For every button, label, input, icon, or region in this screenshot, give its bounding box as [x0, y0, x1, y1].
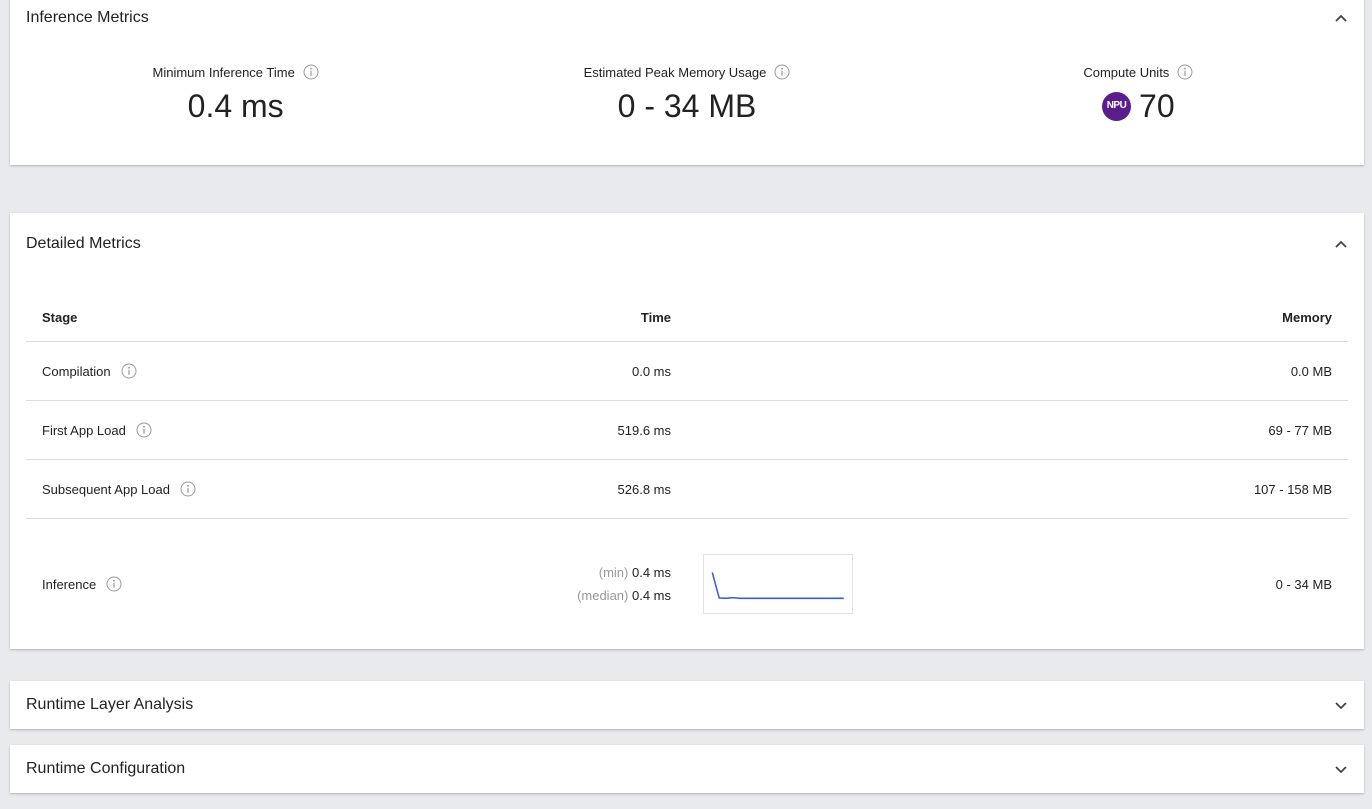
detailed-metrics-header[interactable]: Detailed Metrics: [10, 213, 1364, 275]
stage-label: First App Load: [42, 422, 126, 438]
median-label: (median): [577, 588, 629, 603]
metric-value: 70: [1139, 88, 1175, 124]
column-header-stage: Stage: [42, 309, 78, 325]
chevron-down-icon[interactable]: [1334, 762, 1348, 776]
detailed-metrics-table: Stage Time Memory Compilation 0.0 ms 0.0…: [26, 293, 1348, 649]
info-icon[interactable]: [106, 576, 122, 592]
metric-label: Minimum Inference Time: [152, 64, 295, 80]
metric-value: 0.4 ms: [187, 88, 284, 124]
stage-label: Subsequent App Load: [42, 481, 170, 497]
table-row: Subsequent App Load 526.8 ms 107 - 158 M…: [26, 460, 1348, 519]
min-label: (min): [598, 565, 629, 580]
info-icon[interactable]: [136, 422, 152, 438]
runtime-configuration-card: Runtime Configuration: [10, 745, 1364, 793]
metric-min-inference-time: Minimum Inference Time 0.4 ms: [10, 62, 461, 125]
memory-value: 0 - 34 MB: [1275, 576, 1332, 592]
stage-label: Compilation: [42, 363, 111, 379]
detailed-metrics-title: Detailed Metrics: [26, 235, 141, 252]
column-header-time: Time: [640, 309, 671, 325]
table-header-row: Stage Time Memory: [26, 293, 1348, 342]
detailed-metrics-card: Detailed Metrics Stage Time Memory Compi…: [10, 213, 1364, 649]
inference-metrics-card: Inference Metrics Minimum Inference Time…: [10, 0, 1364, 165]
chevron-down-icon[interactable]: [1334, 698, 1348, 712]
memory-value: 0.0 MB: [1290, 363, 1332, 379]
runtime-layer-analysis-title: Runtime Layer Analysis: [26, 696, 194, 713]
inference-metrics-header[interactable]: Inference Metrics: [10, 0, 1364, 40]
chevron-up-icon[interactable]: [1334, 11, 1348, 25]
info-icon[interactable]: [774, 64, 790, 80]
time-value: 0.0 ms: [631, 363, 671, 379]
table-row: First App Load 519.6 ms 69 - 77 MB: [26, 401, 1348, 460]
median-value: 0.4 ms: [631, 588, 671, 603]
runtime-layer-analysis-card: Runtime Layer Analysis: [10, 681, 1364, 729]
stage-label: Inference: [42, 576, 97, 592]
table-row-inference: Inference (min) 0.4 ms (median) 0.4 ms 0…: [26, 519, 1348, 649]
info-icon[interactable]: [1177, 64, 1193, 80]
info-icon[interactable]: [180, 481, 196, 497]
metric-value: 0 - 34 MB: [617, 88, 757, 124]
sparkline-series-line: [711, 572, 844, 600]
metric-label: Compute Units: [1083, 64, 1170, 80]
memory-value: 69 - 77 MB: [1268, 422, 1332, 438]
inference-metrics-title: Inference Metrics: [26, 9, 149, 26]
column-header-memory: Memory: [1282, 309, 1332, 325]
runtime-layer-analysis-header[interactable]: Runtime Layer Analysis: [10, 681, 1364, 729]
table-row: Compilation 0.0 ms 0.0 MB: [26, 342, 1348, 401]
info-icon[interactable]: [121, 363, 137, 379]
inference-time-sparkline: [703, 554, 853, 614]
time-value: 519.6 ms: [617, 422, 671, 438]
chevron-up-icon[interactable]: [1334, 237, 1348, 251]
runtime-configuration-title: Runtime Configuration: [26, 760, 186, 777]
inference-median-time: (median) 0.4 ms: [386, 588, 671, 603]
info-icon[interactable]: [303, 64, 319, 80]
memory-value: 107 - 158 MB: [1253, 481, 1332, 497]
metric-label: Estimated Peak Memory Usage: [583, 64, 767, 80]
inference-min-time: (min) 0.4 ms: [386, 565, 671, 580]
compute-units-value-row: NPU 70: [1102, 87, 1175, 125]
metric-peak-memory: Estimated Peak Memory Usage 0 - 34 MB: [461, 62, 912, 125]
time-value: 526.8 ms: [617, 481, 671, 497]
min-value: 0.4 ms: [631, 565, 671, 580]
npu-badge: NPU: [1102, 91, 1132, 121]
metric-compute-units: Compute Units NPU 70: [913, 62, 1364, 125]
runtime-configuration-header[interactable]: Runtime Configuration: [10, 745, 1364, 793]
